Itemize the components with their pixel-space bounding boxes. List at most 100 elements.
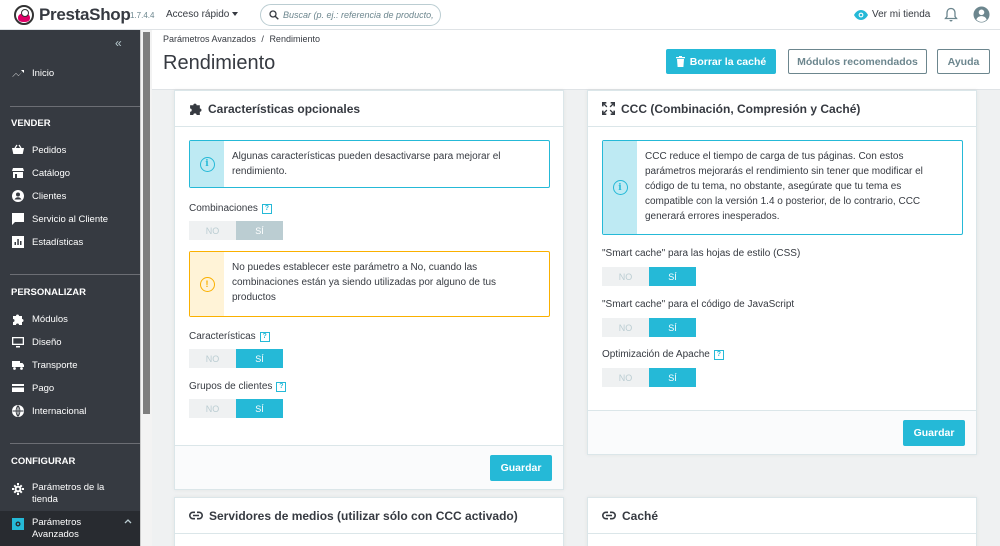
collapse-sidebar-icon[interactable]: « [115, 36, 122, 50]
puzzle-icon [190, 103, 202, 115]
search-box[interactable] [260, 4, 441, 26]
shopping-basket-icon [12, 144, 24, 154]
sidebar-item-orders[interactable]: Pedidos [12, 140, 66, 160]
scrollbar-thumb[interactable] [143, 32, 150, 414]
brand-name: PrestaShop [39, 5, 131, 24]
panel-title: Servidores de medios (utilizar sólo con … [209, 508, 518, 523]
view-store-label: Ver mi tienda [872, 9, 931, 20]
sidebar-item-label: Pago [32, 382, 55, 394]
switch-no[interactable]: NO [189, 221, 236, 240]
sidebar-item-label: Catálogo [32, 167, 71, 179]
ccc-panel: CCC (Combinación, Compresión y Caché) i … [587, 90, 977, 455]
panel-header: Características opcionales [175, 91, 563, 127]
sidebar-item-international[interactable]: Internacional [12, 401, 86, 421]
panel-title: CCC (Combinación, Compresión y Caché) [621, 101, 861, 116]
breadcrumb-item: Rendimiento [269, 34, 320, 44]
sidebar-item-statistics[interactable]: Estadísticas [12, 232, 83, 252]
version-label: 1.7.4.4 [130, 11, 155, 20]
switch-yes[interactable]: SÍ [236, 221, 283, 240]
sidebar-divider [10, 106, 140, 107]
sidebar-item-design[interactable]: Diseño [12, 332, 62, 352]
breadcrumb-separator: / [261, 34, 264, 44]
recommended-modules-button[interactable]: Módulos recomendados [788, 49, 927, 74]
sidebar-item-label: Diseño [32, 336, 62, 348]
section-customize: PERSONALIZAR [11, 287, 86, 298]
sidebar-item-label: Estadísticas [32, 236, 84, 248]
link-icon [602, 511, 616, 520]
eye-icon [854, 9, 868, 20]
switch-no[interactable]: NO [189, 349, 236, 368]
info-icon: i [190, 141, 224, 187]
chat-bubble-icon [12, 213, 24, 225]
sidebar-item-shipping[interactable]: Transporte [12, 355, 78, 375]
info-alert: i CCC reduce el tiempo de carga de tus p… [602, 140, 963, 235]
section-sell: VENDER [11, 118, 51, 129]
sidebar-item-modules[interactable]: Módulos [12, 309, 68, 329]
globe-icon [12, 405, 24, 417]
user-account-icon[interactable] [973, 6, 990, 23]
sidebar-item-shop-parameters[interactable]: Parámetros de la tienda [12, 482, 104, 505]
trash-icon [675, 56, 685, 67]
sidebar-item-customers[interactable]: Clientes [12, 186, 66, 206]
apache-optimization-label: Optimización de Apache? [602, 349, 724, 360]
apache-optimization-switch[interactable]: NO SÍ [602, 368, 696, 387]
features-switch[interactable]: NO SÍ [189, 349, 283, 368]
clear-cache-button[interactable]: Borrar la caché [666, 49, 776, 74]
panel-title: Características opcionales [208, 101, 361, 116]
view-store-link[interactable]: Ver mi tienda [854, 9, 930, 20]
prestashop-logo[interactable]: PrestaShop [14, 5, 131, 25]
sidebar-item-customer-service[interactable]: Servicio al Cliente [12, 209, 108, 229]
save-button[interactable]: Guardar [903, 420, 965, 446]
switch-no[interactable]: NO [602, 318, 649, 337]
sidebar-item-label: Módulos [32, 313, 68, 325]
features-label: Características? [189, 331, 270, 342]
switch-yes[interactable]: SÍ [236, 399, 283, 418]
sidebar-item-advanced-parameters[interactable]: Parámetros Avanzados [0, 511, 140, 546]
trending-up-icon [12, 70, 24, 77]
switch-yes[interactable]: SÍ [649, 318, 696, 337]
help-button[interactable]: Ayuda [937, 49, 990, 74]
combinations-switch[interactable]: NO SÍ [189, 221, 283, 240]
js-cache-switch[interactable]: NO SÍ [602, 318, 696, 337]
panel-title: Caché [622, 508, 659, 523]
css-cache-switch[interactable]: NO SÍ [602, 267, 696, 286]
help-tooltip-icon[interactable]: ? [713, 349, 724, 360]
info-text: CCC reduce el tiempo de carga de tus pág… [645, 151, 923, 222]
quick-access-dropdown[interactable]: Acceso rápido [166, 9, 239, 20]
js-cache-label: "Smart cache" para el código de JavaScri… [602, 299, 795, 310]
settings-applications-icon [12, 518, 24, 530]
sidebar-scrollbar[interactable] [140, 30, 152, 546]
switch-no[interactable]: NO [602, 267, 649, 286]
search-icon [269, 10, 279, 20]
breadcrumb-item[interactable]: Parámetros Avanzados [163, 34, 256, 44]
search-input[interactable] [283, 8, 435, 22]
sidebar-item-payment[interactable]: Pago [12, 378, 54, 398]
switch-no[interactable]: NO [189, 399, 236, 418]
help-tooltip-icon[interactable]: ? [276, 381, 287, 392]
gear-icon [12, 483, 24, 495]
panel-header: Servidores de medios (utilizar sólo con … [175, 498, 563, 534]
switch-yes[interactable]: SÍ [649, 368, 696, 387]
link-icon [189, 511, 203, 520]
sidebar-item-catalog[interactable]: Catálogo [12, 163, 70, 183]
credit-card-icon [12, 384, 24, 392]
warning-alert: ! No puedes establecer este parámetro a … [189, 251, 550, 317]
save-button[interactable]: Guardar [490, 455, 552, 481]
switch-yes[interactable]: SÍ [649, 267, 696, 286]
truck-icon [12, 361, 24, 370]
help-tooltip-icon[interactable]: ? [261, 203, 272, 214]
warning-icon: ! [190, 252, 224, 316]
sidebar-item-label: Servicio al Cliente [32, 213, 109, 225]
help-tooltip-icon[interactable]: ? [259, 331, 270, 342]
bell-icon[interactable] [944, 7, 958, 23]
account-circle-icon [12, 190, 24, 202]
switch-no[interactable]: NO [602, 368, 649, 387]
switch-yes[interactable]: SÍ [236, 349, 283, 368]
sidebar-item-home[interactable]: Inicio [12, 63, 54, 83]
css-cache-label: "Smart cache" para las hojas de estilo (… [602, 248, 801, 259]
customer-groups-label: Grupos de clientes? [189, 381, 287, 392]
customer-groups-switch[interactable]: NO SÍ [189, 399, 283, 418]
panel-header: CCC (Combinación, Compresión y Caché) [588, 91, 976, 127]
fullscreen-icon [602, 102, 615, 115]
info-icon: i [603, 141, 637, 234]
